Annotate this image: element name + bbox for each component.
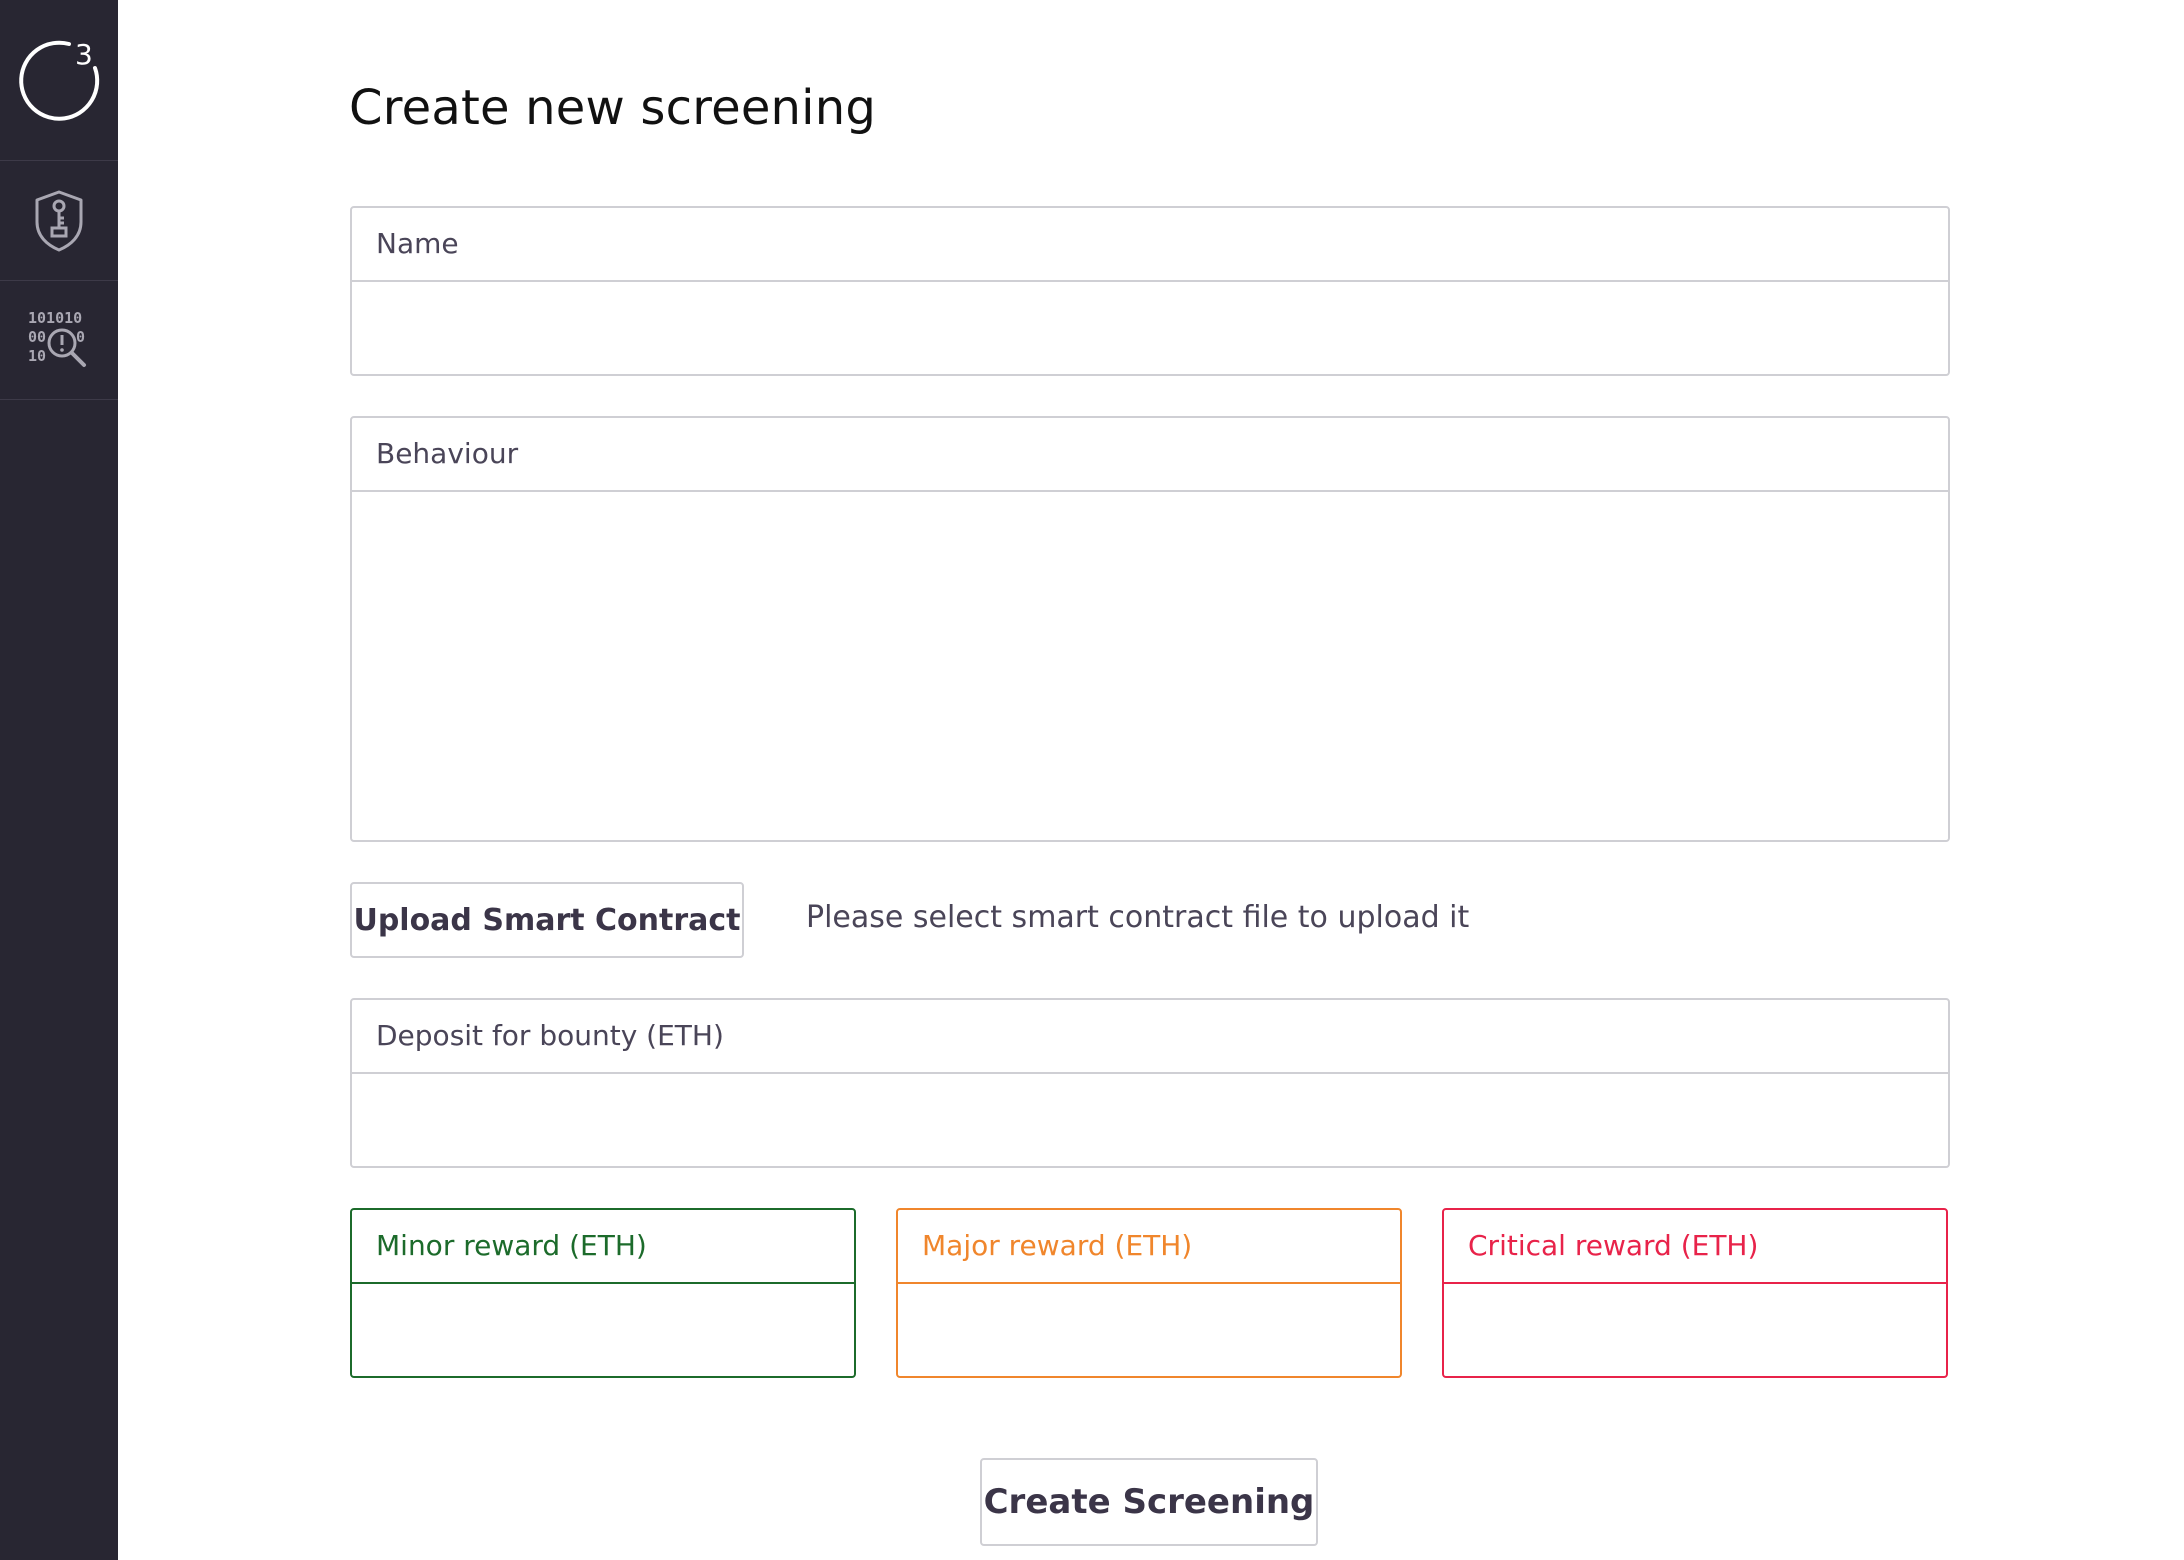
upload-smart-contract-button[interactable]: Upload Smart Contract	[350, 882, 744, 958]
name-label: Name	[352, 208, 1948, 282]
minor-reward-label: Minor reward (ETH)	[352, 1210, 854, 1284]
deposit-field: Deposit for bounty (ETH)	[350, 998, 1950, 1168]
upload-hint: Please select smart contract file to upl…	[806, 900, 1470, 935]
deposit-input[interactable]	[352, 1074, 1948, 1164]
logo-superscript: 3	[75, 38, 93, 71]
binary-search-alert-icon: 101010 00 10 0	[28, 309, 86, 367]
svg-text:10: 10	[28, 347, 46, 365]
minor-reward-field: Minor reward (ETH)	[350, 1208, 856, 1378]
major-reward-input[interactable]	[898, 1284, 1400, 1374]
shield-key-icon	[35, 190, 83, 251]
page-title: Create new screening	[349, 80, 877, 136]
critical-reward-field: Critical reward (ETH)	[1442, 1208, 1948, 1378]
minor-reward-input[interactable]	[352, 1284, 854, 1374]
critical-reward-label: Critical reward (ETH)	[1444, 1210, 1946, 1284]
svg-text:101010: 101010	[28, 309, 82, 327]
logo[interactable]: 3	[0, 0, 118, 161]
major-reward-label: Major reward (ETH)	[898, 1210, 1400, 1284]
create-screening-button[interactable]: Create Screening	[980, 1458, 1318, 1546]
deposit-label: Deposit for bounty (ETH)	[352, 1000, 1948, 1074]
behaviour-field: Behaviour	[350, 416, 1950, 842]
major-reward-field: Major reward (ETH)	[896, 1208, 1402, 1378]
sidebar-item-vulnerabilities[interactable]: 101010 00 10 0	[0, 281, 118, 400]
critical-reward-input[interactable]	[1444, 1284, 1946, 1374]
behaviour-label: Behaviour	[352, 418, 1948, 492]
svg-text:0: 0	[76, 328, 85, 346]
name-input[interactable]	[352, 282, 1948, 372]
logo-icon: 3	[19, 38, 100, 121]
sidebar-item-screenings[interactable]	[0, 161, 118, 281]
sidebar: 3 101010 00 10 0	[0, 0, 118, 1560]
svg-text:00: 00	[28, 328, 46, 346]
name-field: Name	[350, 206, 1950, 376]
behaviour-textarea[interactable]	[352, 492, 1948, 838]
main-content: Create new screening Name Behaviour Uplo…	[118, 0, 2184, 1560]
